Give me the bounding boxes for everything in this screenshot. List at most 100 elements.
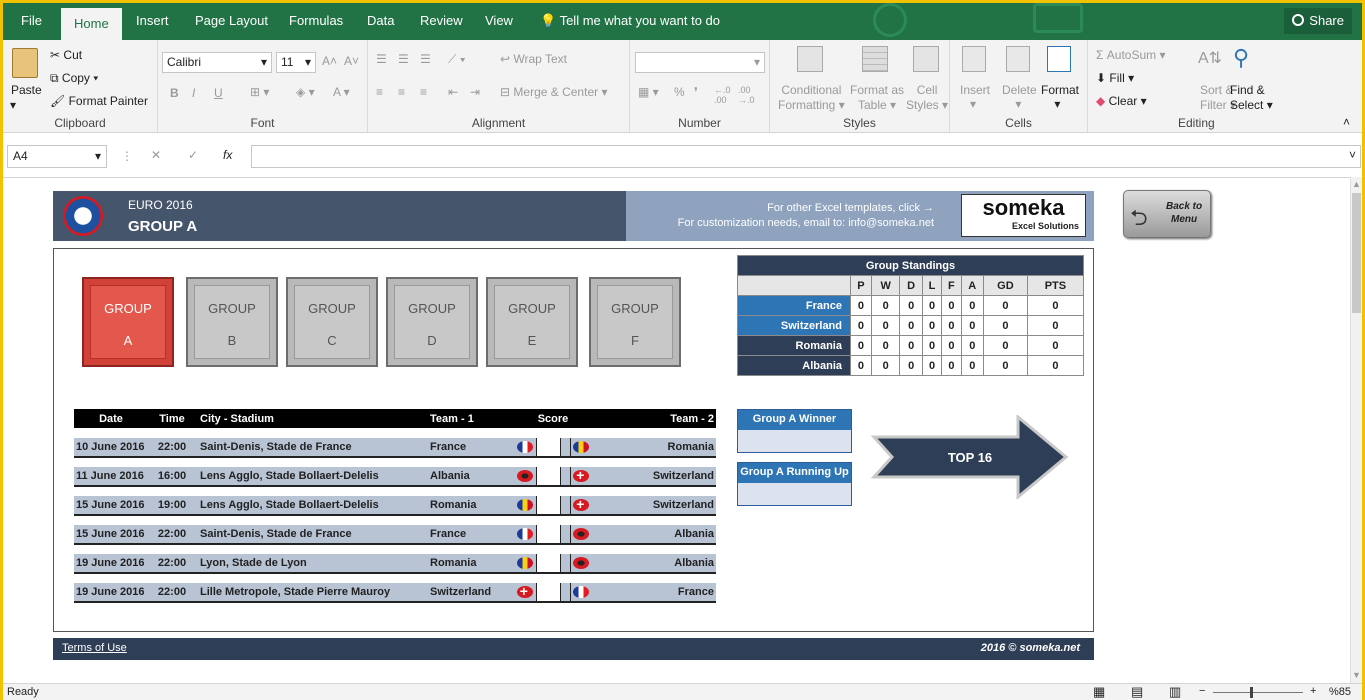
align-bottom-icon[interactable]: ☰ [420, 52, 431, 66]
col-header: W [870, 275, 901, 296]
tab-data[interactable]: Data [367, 13, 394, 28]
tab-review[interactable]: Review [420, 13, 463, 28]
tab-file[interactable]: File [21, 13, 42, 28]
zoom-out-icon[interactable]: − [1199, 685, 1205, 697]
copy-button[interactable]: ⧉ Copy ▾ [50, 71, 98, 86]
table-row: 11 June 2016 16:00 Lens Agglo, Stade Bolla… [74, 467, 716, 487]
page-layout-view-icon[interactable]: ▤ [1131, 684, 1143, 700]
align-right-icon[interactable]: ≡ [420, 85, 427, 99]
insert-function-icon[interactable]: fx [223, 148, 232, 162]
scroll-up-icon[interactable]: ▲ [1352, 179, 1361, 189]
grow-font-icon[interactable]: A˄ [322, 54, 337, 68]
top16-arrow-button[interactable]: TOP 16 [870, 415, 1070, 499]
share-button[interactable]: Share [1284, 8, 1352, 34]
bold-button[interactable]: B [170, 86, 179, 100]
paste-button[interactable]: Paste [11, 83, 42, 97]
decrease-indent-icon[interactable]: ⇤ [448, 85, 458, 99]
score-input[interactable] [535, 525, 561, 545]
align-center-icon[interactable]: ≡ [398, 85, 405, 99]
group-winner-box: Group A Winner [737, 409, 852, 453]
page-break-view-icon[interactable]: ▥ [1169, 684, 1181, 700]
group-b-button[interactable]: GROUP B [186, 277, 278, 367]
comma-icon[interactable]: ❜ [694, 85, 698, 99]
format-painter-button[interactable]: 🖌 Format Painter [50, 94, 148, 108]
zoom-level[interactable]: %85 [1329, 686, 1351, 698]
zoom-slider-handle[interactable] [1250, 687, 1253, 698]
increase-decimal-icon[interactable]: ←.0.00 [714, 85, 731, 105]
score-input[interactable] [535, 438, 561, 458]
insert-button[interactable]: Insert ▾ [960, 83, 990, 111]
vertical-scrollbar[interactable]: ▲ ▼ [1350, 177, 1362, 683]
group-clipboard: Paste ▾ ✂ Cut ⧉ Copy ▾ 🖌 Format Painter … [3, 40, 158, 133]
tab-home[interactable]: Home [61, 8, 122, 40]
cancel-icon[interactable]: ✕ [151, 148, 161, 162]
tab-formulas[interactable]: Formulas [289, 13, 343, 28]
autosum-button[interactable]: Σ AutoSum ▾ [1096, 48, 1165, 62]
group-c-button[interactable]: GROUP C [286, 277, 378, 367]
font-color-icon[interactable]: A ▾ [333, 85, 350, 99]
conditional-formatting-button[interactable]: Conditional Formatting ▾ [778, 83, 845, 113]
decrease-decimal-icon[interactable]: .00 →.0 [738, 85, 755, 105]
formula-input[interactable]: ˅ [251, 145, 1361, 168]
euro-trophy-icon [63, 196, 103, 236]
font-size-select[interactable]: 11 ▾ [276, 52, 316, 73]
delete-button[interactable]: Delete ▾ [1002, 83, 1037, 111]
zoom-in-icon[interactable]: + [1310, 685, 1316, 697]
align-left-icon[interactable]: ≡ [376, 85, 383, 99]
templates-link[interactable]: For other Excel templates, click → [767, 202, 934, 214]
eraser-icon: ◆ [1096, 94, 1106, 108]
group-e-button[interactable]: GROUP E [486, 277, 578, 367]
terms-link[interactable]: Terms of Use [62, 642, 127, 654]
albania-flag-icon [573, 528, 590, 541]
tab-view[interactable]: View [485, 13, 513, 28]
number-format-select[interactable]: ▾ [635, 52, 765, 73]
merge-center-button[interactable]: ⊟ Merge & Center ▾ [500, 85, 607, 99]
font-name-select[interactable]: Calibri ▾ [162, 52, 272, 73]
scroll-thumb[interactable] [1352, 193, 1361, 313]
name-box[interactable]: A4 ▾ [7, 145, 107, 168]
underline-button[interactable]: U [214, 86, 223, 100]
percent-button[interactable]: % [674, 85, 685, 99]
tab-insert[interactable]: Insert [136, 13, 169, 28]
copyright-text: 2016 © someka.net [980, 642, 1080, 654]
find-select-button[interactable]: Find & Select ▾ [1230, 83, 1273, 113]
align-middle-icon[interactable]: ☰ [398, 52, 409, 66]
normal-view-icon[interactable]: ▦ [1093, 684, 1105, 700]
score-input[interactable] [535, 583, 561, 603]
orientation-icon[interactable]: ⟋ ▾ [448, 52, 466, 67]
zoom-slider[interactable] [1213, 692, 1303, 693]
clear-button[interactable]: ◆ Clear ▾ [1096, 94, 1147, 108]
increase-indent-icon[interactable]: ⇥ [470, 85, 480, 99]
back-to-menu-button[interactable]: ⮌ Back to Menu [1123, 190, 1211, 238]
winner-value [738, 430, 851, 452]
tell-me-search[interactable]: 💡 Tell me what you want to do [540, 13, 720, 29]
score-input[interactable] [535, 496, 561, 516]
fill-button[interactable]: ⬇ Fill ▾ [1096, 71, 1134, 85]
cut-button[interactable]: ✂ Cut [50, 48, 82, 62]
fill-color-icon[interactable]: ◈ ▾ [296, 85, 315, 99]
table-row: 19 June 2016 22:00 Lyon, Stade de Lyon Roma… [74, 554, 716, 574]
enter-icon[interactable]: ✓ [188, 148, 198, 162]
someka-logo[interactable]: someka Excel Solutions [961, 194, 1086, 237]
scroll-down-icon[interactable]: ▼ [1352, 670, 1361, 680]
format-button[interactable]: Format ▾ [1041, 83, 1079, 111]
group-f-button[interactable]: GROUP F [589, 277, 681, 367]
cell-styles-button[interactable]: Cell Styles ▾ [906, 83, 948, 113]
format-as-table-button[interactable]: Format as Table ▾ [850, 83, 904, 113]
borders-icon[interactable]: ⊞ ▾ [250, 85, 269, 99]
tab-page-layout[interactable]: Page Layout [195, 13, 268, 28]
expand-icon[interactable]: ˅ [1349, 148, 1356, 162]
paste-dropdown-icon[interactable]: ▾ [10, 98, 16, 112]
wrap-text-button[interactable]: ↩ Wrap Text [500, 52, 567, 66]
italic-button[interactable]: I [192, 86, 195, 100]
score-input[interactable] [535, 554, 561, 574]
standings-title: Group Standings [737, 255, 1084, 276]
align-top-icon[interactable]: ☰ [376, 52, 387, 66]
conditional-formatting-icon [797, 46, 823, 72]
shrink-font-icon[interactable]: A˅ [344, 54, 359, 68]
currency-icon[interactable]: ▦ ▾ [638, 85, 659, 99]
collapse-ribbon-icon[interactable]: ˄ [1343, 115, 1350, 129]
score-input[interactable] [535, 467, 561, 487]
group-a-button[interactable]: GROUP A [82, 277, 174, 367]
group-d-button[interactable]: GROUP D [386, 277, 478, 367]
